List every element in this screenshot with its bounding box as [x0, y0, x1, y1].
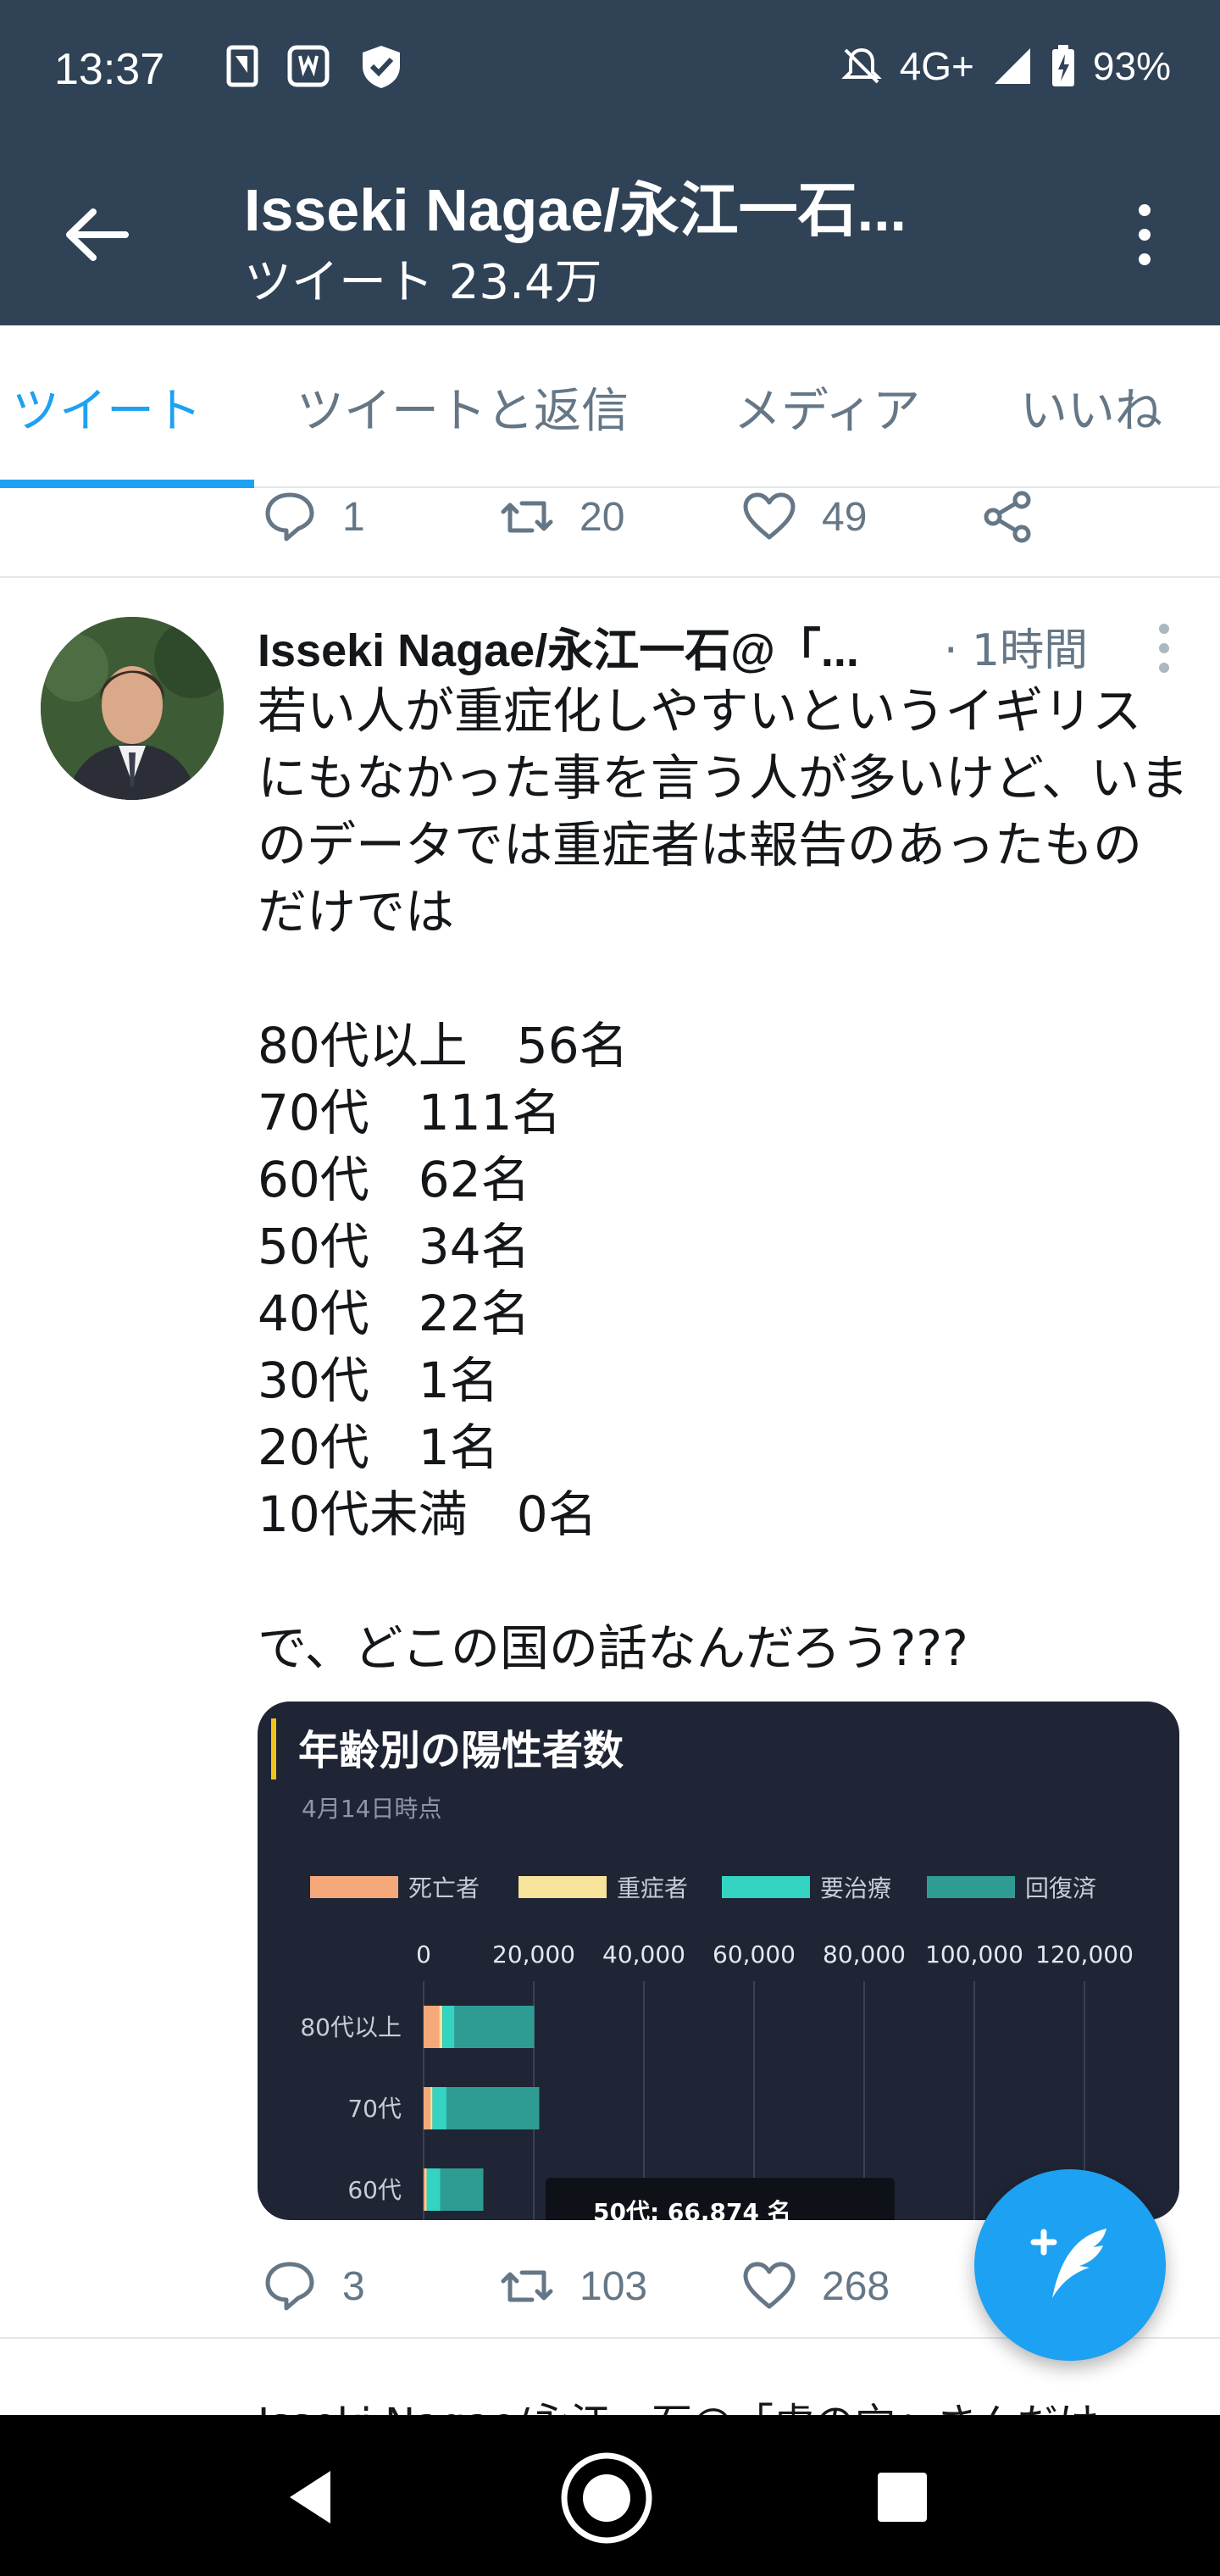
bar-1-2 [432, 2087, 447, 2129]
avatar-photo [41, 617, 224, 800]
heart-icon [743, 492, 796, 540]
x-tick-5: 100,000 [925, 1940, 1023, 1968]
status-right: 4G+ 93% [840, 42, 1171, 90]
shield-icon [363, 46, 400, 88]
bar-0-1 [439, 2006, 443, 2048]
retweet-icon [501, 2270, 553, 2302]
next-tweet-peek: Isseki Nagae/永江一石@「虎の穴」さんだけ [258, 2390, 1190, 2415]
prev-retweet-count: 20 [580, 494, 625, 540]
legend-label-2: 要治療 [820, 1874, 891, 1902]
x-tick-2: 40,000 [602, 1940, 685, 1968]
like-button[interactable]: 268 [740, 2257, 890, 2315]
nav-back-icon[interactable] [274, 2459, 351, 2535]
reply-icon [265, 492, 314, 541]
x-tick-0: 0 [416, 1940, 431, 1968]
profile-tabs: ツイート ツイートと返信 メディア いいね [0, 325, 1220, 488]
nav-home-icon[interactable] [559, 2451, 654, 2545]
bar-2-1 [424, 2168, 427, 2211]
prev-reply-button[interactable]: 1 [261, 488, 365, 546]
legend-label-0: 死亡者 [408, 1874, 480, 1902]
heart-icon [743, 2262, 796, 2309]
bar-1-0 [424, 2087, 430, 2129]
bar-2-2 [426, 2168, 441, 2211]
chart-tooltip: 50代: 66,874 名 [593, 2198, 791, 2220]
chart-title: 年齢別の陽性者数 [298, 1727, 624, 1774]
retweet-icon [501, 501, 553, 533]
tweet-count: ツイート 23.4万 [244, 255, 602, 310]
tab-tweets[interactable]: ツイート [12, 373, 202, 441]
retweet-count: 103 [580, 2263, 648, 2309]
bar-0-2 [442, 2006, 455, 2048]
legend-swatch-0 [310, 1876, 398, 1898]
bar-2-0 [424, 2168, 425, 2211]
prev-share-button[interactable] [979, 488, 1037, 546]
back-arrow-icon[interactable] [59, 197, 136, 273]
nav-recents-icon[interactable] [864, 2459, 940, 2535]
legend-label-1: 重症者 [617, 1874, 688, 1902]
share-icon [984, 491, 1031, 543]
bar-2-3 [440, 2168, 484, 2211]
tab-tweets-and-replies[interactable]: ツイートと返信 [297, 373, 629, 441]
reply-count: 3 [342, 2263, 365, 2309]
chart-subtitle: 4月14日時点 [302, 1795, 441, 1823]
prev-like-count: 49 [822, 494, 868, 540]
category-label-1: 70代 [347, 2095, 402, 2123]
profile-header: Isseki Nagae/永江一石... ツイート 23.4万 [0, 144, 1220, 325]
status-bar: 13:37 4G+ 93% [0, 0, 1220, 144]
bar-0-0 [424, 2006, 440, 2048]
tweet-more-icon[interactable] [1139, 619, 1190, 678]
mute-icon [840, 47, 882, 84]
tweet-time: · 1時間 [944, 625, 1089, 676]
signal-icon [994, 48, 1030, 84]
legend-swatch-3 [927, 1876, 1015, 1898]
prev-reply-count: 1 [342, 494, 365, 540]
bar-1-3 [446, 2087, 540, 2129]
prev-tweet-actions: 1 20 49 [0, 488, 1220, 578]
system-nav-bar [0, 2415, 1220, 2576]
tweet-text: 若い人が重症化しやすいというイギリスにもなかった事を言う人が多いけど、いまのデー… [258, 682, 1190, 1677]
prev-retweet-button[interactable]: 20 [498, 488, 624, 546]
legend-label-3: 回復済 [1025, 1874, 1096, 1902]
category-label-0: 80代以上 [300, 2013, 402, 2041]
category-label-2: 60代 [347, 2176, 402, 2204]
tag-icon [287, 45, 330, 87]
battery-charging-icon [1051, 45, 1074, 86]
compose-tweet-button[interactable] [974, 2169, 1166, 2361]
active-tab-indicator [0, 480, 254, 488]
chart-legend: 死亡者 重症者 要治療 回復済 [310, 1874, 1096, 1902]
tab-media[interactable]: メディア [734, 373, 920, 441]
compose-tweet-icon [1030, 2229, 1106, 2298]
x-tick-4: 80,000 [823, 1940, 906, 1968]
bar-1-1 [430, 2087, 433, 2129]
tab-likes[interactable]: いいね [1020, 373, 1162, 441]
chart-svg: 年齢別の陽性者数 4月14日時点 死亡者 重症者 要治療 回復済 0 20,000 40,… [271, 1718, 1134, 2220]
bar-0-3 [454, 2006, 535, 2048]
title-accent-bar [271, 1718, 276, 1779]
prev-like-button[interactable]: 49 [740, 488, 867, 546]
tweet-header: Isseki Nagae/永江一石@「... · 1時間 [258, 612, 1190, 680]
network-type: 4G+ [899, 44, 974, 88]
x-tick-3: 60,000 [713, 1940, 796, 1968]
tweet-author[interactable]: Isseki Nagae/永江一石@「... [258, 613, 927, 680]
retweet-button[interactable]: 103 [498, 2257, 647, 2315]
tweet-media-chart[interactable]: 年齢別の陽性者数 4月14日時点 死亡者 重症者 要治療 回復済 0 20,000 40,… [258, 1702, 1179, 2220]
profile-name: Isseki Nagae/永江一石... [244, 177, 907, 243]
reply-icon [265, 2262, 314, 2311]
more-options-icon[interactable] [1106, 197, 1183, 273]
status-time: 13:37 [54, 45, 165, 94]
like-count: 268 [822, 2263, 890, 2309]
reply-button[interactable]: 3 [261, 2257, 365, 2315]
legend-swatch-2 [722, 1876, 810, 1898]
legend-swatch-1 [518, 1876, 607, 1898]
x-tick-1: 20,000 [492, 1940, 575, 1968]
author-avatar[interactable] [41, 617, 224, 800]
chart-bars: 80代以上 70代 60代 [300, 2006, 540, 2211]
sim-card-icon [226, 45, 258, 87]
x-tick-6: 120,000 [1035, 1940, 1134, 1968]
battery-level: 93% [1092, 44, 1171, 88]
